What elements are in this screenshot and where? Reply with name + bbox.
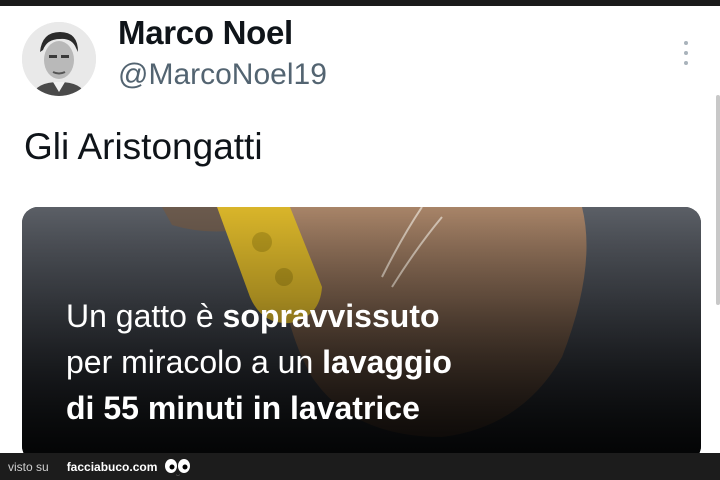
site-name[interactable]: facciabuco.com	[67, 460, 158, 474]
headline-bold-text: di 55 minuti in lavatrice	[66, 390, 420, 426]
headline-line-3: di 55 minuti in lavatrice	[66, 385, 452, 431]
user-handle[interactable]: @MarcoNoel19	[118, 58, 327, 92]
watermark-bar: visto su facciabuco.com ◡	[0, 453, 720, 480]
dot	[684, 61, 688, 65]
svg-text:◡: ◡	[177, 471, 181, 476]
more-vertical-icon[interactable]	[676, 38, 696, 68]
display-name[interactable]: Marco Noel	[118, 14, 293, 52]
media-headline: Un gatto è sopravvissuto per miracolo a …	[66, 293, 452, 431]
dot	[684, 41, 688, 45]
headline-text: per miracolo a un	[66, 344, 323, 380]
eyes-logo-icon: ◡	[165, 458, 191, 476]
tweet-text: Gli Aristongatti	[24, 126, 263, 167]
seen-on-label: visto su	[8, 459, 49, 474]
avatar-image	[22, 22, 96, 96]
headline-line-2: per miracolo a un lavaggio	[66, 339, 452, 385]
scrollbar[interactable]	[716, 95, 720, 305]
top-border	[0, 0, 720, 6]
headline-text: è	[195, 298, 223, 334]
headline-bold-text: lavaggio	[322, 344, 452, 380]
headline-text: Un gatto	[66, 298, 196, 334]
headline-bold-text: sopravvissuto	[222, 298, 440, 334]
dot	[684, 51, 688, 55]
headline-line-1: Un gatto è sopravvissuto	[66, 293, 452, 339]
avatar[interactable]	[22, 22, 96, 96]
tweet-media[interactable]: Un gatto è sopravvissuto per miracolo a …	[22, 207, 701, 462]
